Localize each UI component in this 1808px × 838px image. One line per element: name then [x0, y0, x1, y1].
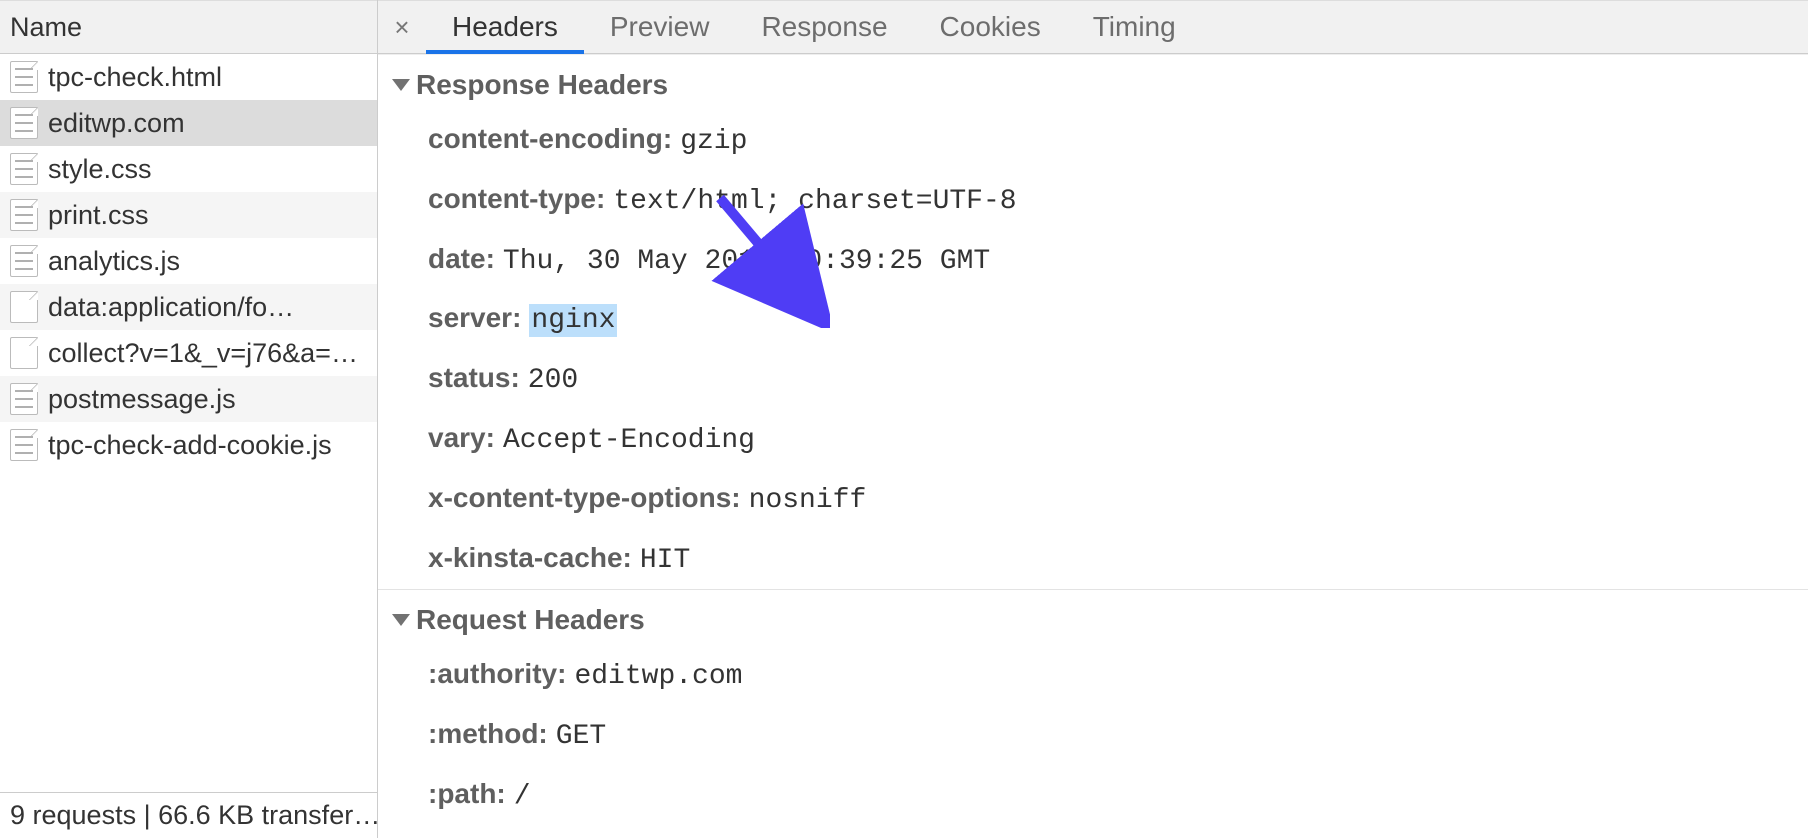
request-row-label: postmessage.js [48, 384, 236, 415]
network-summary: 9 requests | 66.6 KB transfer… [0, 792, 377, 838]
header-name: date: [428, 243, 495, 274]
header-value: nginx [529, 305, 617, 336]
header-name: x-content-type-options: [428, 482, 741, 513]
request-row-label: print.css [48, 200, 149, 231]
file-icon [10, 245, 38, 277]
file-icon [10, 383, 38, 415]
request-row[interactable]: postmessage.js [0, 376, 377, 422]
request-row[interactable]: tpc-check.html [0, 54, 377, 100]
header-name: server: [428, 302, 521, 333]
header-value: GET [556, 721, 606, 752]
header-value: HIT [640, 545, 690, 576]
request-row[interactable]: collect?v=1&_v=j76&a=… [0, 330, 377, 376]
header-name: content-type: [428, 183, 605, 214]
header-name: :authority: [428, 658, 566, 689]
request-row[interactable]: editwp.com [0, 100, 377, 146]
request-list: tpc-check.html editwp.com style.css print.c… [0, 54, 377, 792]
header-value: text/html; charset=UTF-8 [613, 186, 1016, 217]
header-line: date: Thu, 30 May 2019 20:39:25 GMT [378, 231, 1808, 291]
tab-label: Response [761, 11, 887, 43]
request-row[interactable]: data:application/fo… [0, 284, 377, 330]
tab-label: Preview [610, 11, 710, 43]
name-column-header[interactable]: Name [0, 0, 377, 54]
header-value: gzip [680, 126, 747, 157]
header-line: content-encoding: gzip [378, 111, 1808, 171]
header-line: status: 200 [378, 350, 1808, 410]
network-summary-text: 9 requests | 66.6 KB transfer… [10, 800, 377, 831]
request-row-label: tpc-check-add-cookie.js [48, 430, 332, 461]
tab-label: Cookies [940, 11, 1041, 43]
tab-label: Headers [452, 11, 558, 43]
header-line: x-content-type-options: nosniff [378, 470, 1808, 530]
header-name: x-kinsta-cache: [428, 542, 632, 573]
request-row-label: collect?v=1&_v=j76&a=… [48, 338, 358, 369]
tab-headers[interactable]: Headers [426, 1, 584, 53]
file-icon [10, 107, 38, 139]
tab-cookies[interactable]: Cookies [914, 1, 1067, 53]
request-row-label: tpc-check.html [48, 62, 222, 93]
request-row-label: analytics.js [48, 246, 180, 277]
response-headers-title: Response Headers [416, 69, 668, 101]
header-value: 200 [528, 365, 578, 396]
request-row-label: data:application/fo… [48, 292, 294, 323]
request-row[interactable]: analytics.js [0, 238, 377, 284]
tab-response[interactable]: Response [735, 1, 913, 53]
header-value: nosniff [749, 485, 867, 516]
request-headers-title: Request Headers [416, 604, 645, 636]
header-line: :authority: editwp.com [378, 646, 1808, 706]
chevron-down-icon [392, 614, 410, 626]
tab-label: Timing [1093, 11, 1176, 43]
header-value: editwp.com [574, 661, 742, 692]
name-column-header-label: Name [10, 12, 82, 43]
header-value: Accept-Encoding [503, 425, 755, 456]
header-name: :method: [428, 718, 548, 749]
file-icon [10, 153, 38, 185]
header-line: server: nginx [378, 290, 1808, 350]
tab-preview[interactable]: Preview [584, 1, 736, 53]
file-icon [10, 429, 38, 461]
close-details-button[interactable]: × [378, 1, 426, 53]
header-name: content-encoding: [428, 123, 672, 154]
detail-tab-bar: × Headers Preview Response Cookies Timing [378, 0, 1808, 54]
header-line: content-type: text/html; charset=UTF-8 [378, 171, 1808, 231]
request-details-panel: × Headers Preview Response Cookies Timing Re… [378, 0, 1808, 838]
header-line: :method: GET [378, 706, 1808, 766]
response-headers-section-header[interactable]: Response Headers [378, 55, 1808, 111]
header-value: / [514, 781, 531, 812]
request-row-label: style.css [48, 154, 152, 185]
request-row[interactable]: style.css [0, 146, 377, 192]
tab-timing[interactable]: Timing [1067, 1, 1202, 53]
headers-content: Response Headers content-encoding:gzipco… [378, 54, 1808, 838]
request-row[interactable]: tpc-check-add-cookie.js [0, 422, 377, 468]
header-name: :path: [428, 778, 506, 809]
chevron-down-icon [392, 79, 410, 91]
request-row-label: editwp.com [48, 108, 185, 139]
header-line: vary: Accept-Encoding [378, 410, 1808, 470]
header-value: Thu, 30 May 2019 20:39:25 GMT [503, 246, 990, 277]
network-name-column: Name tpc-check.html editwp.com style.css pr… [0, 0, 378, 838]
header-name: vary: [428, 422, 495, 453]
request-headers-section-header[interactable]: Request Headers [378, 589, 1808, 646]
file-icon [10, 199, 38, 231]
file-icon [10, 291, 38, 323]
header-line: x-kinsta-cache: HIT [378, 530, 1808, 590]
close-icon: × [394, 12, 409, 43]
file-icon [10, 61, 38, 93]
request-row[interactable]: print.css [0, 192, 377, 238]
highlighted-value: nginx [529, 304, 617, 337]
header-name: status: [428, 362, 520, 393]
file-icon [10, 337, 38, 369]
header-line: :path: / [378, 766, 1808, 826]
